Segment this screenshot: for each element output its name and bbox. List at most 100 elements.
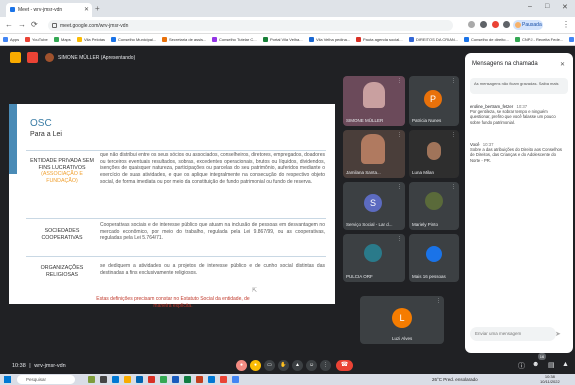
more-options-icon[interactable]: ⋮: [451, 184, 456, 190]
bookmark-item[interactable]: DIREITOS DA CRIAN...: [409, 37, 458, 42]
app-icon[interactable]: [148, 376, 155, 383]
bookmark-item[interactable]: Apps: [3, 37, 19, 42]
activities-icon[interactable]: ▲: [562, 361, 569, 368]
more-options-icon[interactable]: ⋮: [397, 184, 402, 190]
participant-tile[interactable]: ⋮ Jamilana Santa...: [343, 130, 405, 178]
people-icon[interactable]: ☻: [532, 361, 539, 368]
excel-icon[interactable]: [184, 376, 191, 383]
camera-icon[interactable]: ●: [250, 360, 261, 371]
file-explorer-icon[interactable]: [124, 376, 131, 383]
close-window-icon[interactable]: ✕: [562, 3, 568, 11]
participant-tile[interactable]: ⋮ Mariely Pinto: [409, 182, 459, 230]
more-options-icon[interactable]: ⋮: [397, 132, 402, 138]
participant-tile[interactable]: ⋮ Luna Milan: [409, 130, 459, 178]
more-options-icon[interactable]: ⋮: [451, 78, 456, 84]
reactions-icon[interactable]: ☺: [306, 360, 317, 371]
profile-button[interactable]: Pausada: [513, 20, 543, 30]
participant-video: [363, 82, 385, 108]
forward-icon[interactable]: →: [18, 20, 26, 29]
bookmark-item[interactable]: Vila Velha pedina...: [309, 37, 350, 42]
browser-tab[interactable]: Meet - wrv-jmsr-vdn ✕: [6, 3, 92, 17]
pin-icon[interactable]: [10, 52, 21, 63]
edge-icon[interactable]: [112, 376, 119, 383]
powerpoint-icon[interactable]: [196, 376, 203, 383]
bookmark-item[interactable]: Secretaria de assis...: [162, 37, 206, 42]
bookmark-favicon-icon: [263, 37, 268, 42]
bookmark-item[interactable]: Conselho de direito...: [464, 37, 509, 42]
more-options-icon[interactable]: ⋮: [320, 360, 331, 371]
taskbar-clock[interactable]: 10:38 10/11/2022: [540, 374, 560, 384]
bookmark-favicon-icon: [569, 37, 574, 42]
chat-input[interactable]: Enviar uma mensagem: [470, 327, 556, 341]
hang-up-button[interactable]: ☎: [336, 360, 353, 371]
participant-tile[interactable]: ⋮ SIMONE MÜLLER: [343, 76, 405, 126]
address-bar[interactable]: meet.google.com/wrv-jmsr-vdn: [48, 20, 453, 31]
participant-tile[interactable]: S ⋮ Serviço Social - Lar d...: [343, 182, 405, 230]
new-tab-icon[interactable]: +: [95, 4, 100, 13]
slide-divider: [26, 256, 326, 257]
bookmark-item[interactable]: Conselho Municipal...: [111, 37, 156, 42]
task-view-icon[interactable]: [100, 376, 107, 383]
bookmark-label: Vila Pelotas: [84, 37, 106, 42]
bookmark-item[interactable]: Pauta agenda social...: [356, 37, 403, 42]
message-text: Sobre a das atribuições do Direito aos C…: [470, 147, 562, 163]
chat-icon[interactable]: ▤: [548, 361, 555, 369]
share-icon[interactable]: [468, 21, 475, 28]
reload-icon[interactable]: ⟳: [31, 20, 38, 29]
bookmark-item[interactable]: Vila Pelotas: [77, 37, 105, 42]
record-icon[interactable]: [27, 52, 38, 63]
app-icon[interactable]: [232, 376, 239, 383]
profile-label: Pausada: [522, 22, 542, 28]
windows-start-icon[interactable]: [4, 376, 11, 383]
participant-tile[interactable]: P ⋮ Patricia Nunes: [409, 76, 459, 126]
bookmark-favicon-icon: [464, 37, 469, 42]
extension-icon[interactable]: [492, 21, 499, 28]
close-tab-icon[interactable]: ✕: [84, 6, 89, 13]
bookmark-label: Conselho de direito...: [471, 37, 509, 42]
slide-divider: [26, 218, 326, 219]
bookmark-item[interactable]: YouTube: [25, 37, 48, 42]
raise-hand-icon[interactable]: ✋: [278, 360, 289, 371]
bookmark-item[interactable]: Maps: [54, 37, 71, 42]
more-options-icon[interactable]: ⋮: [397, 78, 402, 84]
maximize-icon[interactable]: □: [545, 3, 549, 10]
bookmark-item[interactable]: CNPJ - Receita Fede...: [515, 37, 563, 42]
info-icon[interactable]: ⓘ: [518, 361, 525, 371]
mail-icon[interactable]: [208, 376, 215, 383]
participant-name: SIMONE MÜLLER: [346, 118, 384, 123]
star-icon[interactable]: [480, 21, 487, 28]
participant-video: [361, 134, 385, 164]
back-icon[interactable]: ←: [5, 20, 13, 29]
chrome-icon[interactable]: [160, 376, 167, 383]
bookmark-item[interactable]: Conselho Mun - ACE...: [569, 37, 575, 42]
bookmark-favicon-icon: [309, 37, 314, 42]
captions-icon[interactable]: ▭: [264, 360, 275, 371]
mic-icon[interactable]: ●: [236, 360, 247, 371]
close-icon[interactable]: ✕: [560, 61, 565, 68]
more-options-icon[interactable]: ⋮: [451, 132, 456, 138]
minimize-icon[interactable]: –: [528, 3, 532, 10]
more-options-icon[interactable]: ⋮: [397, 236, 402, 242]
browser-menu-icon[interactable]: ⋮: [562, 20, 570, 29]
store-icon[interactable]: [136, 376, 143, 383]
participant-photo: [427, 142, 441, 160]
bookmark-item[interactable]: Conselho Tutelar C...: [212, 37, 257, 42]
taskbar-search[interactable]: Pesquisar: [17, 375, 75, 384]
bookmark-label: Apps: [10, 37, 20, 42]
participant-tile[interactable]: ⋮ PULCIA ORF: [343, 234, 405, 282]
present-icon[interactable]: ▲: [292, 360, 303, 371]
weather-widget[interactable]: 26°C Pred. ensolarado: [432, 377, 478, 382]
lock-icon[interactable]: [52, 23, 57, 28]
bookmark-item[interactable]: Portal Vila Velha...: [263, 37, 303, 42]
participant-tile[interactable]: Mais 16 pessoas: [409, 234, 459, 282]
puzzle-icon[interactable]: [503, 21, 510, 28]
bookmark-favicon-icon: [54, 37, 59, 42]
send-icon[interactable]: ➤: [555, 330, 561, 338]
widgets-icon[interactable]: [88, 376, 95, 383]
participant-tile[interactable]: L ⋮ Luzi Alves: [360, 296, 444, 344]
app-icon[interactable]: [220, 376, 227, 383]
word-icon[interactable]: [172, 376, 179, 383]
row-label-highlight: (ASSOCIAÇÃO E FUNDAÇÃO): [41, 171, 83, 184]
more-options-icon[interactable]: ⋮: [436, 298, 441, 304]
bookmark-label: CNPJ - Receita Fede...: [522, 37, 564, 42]
